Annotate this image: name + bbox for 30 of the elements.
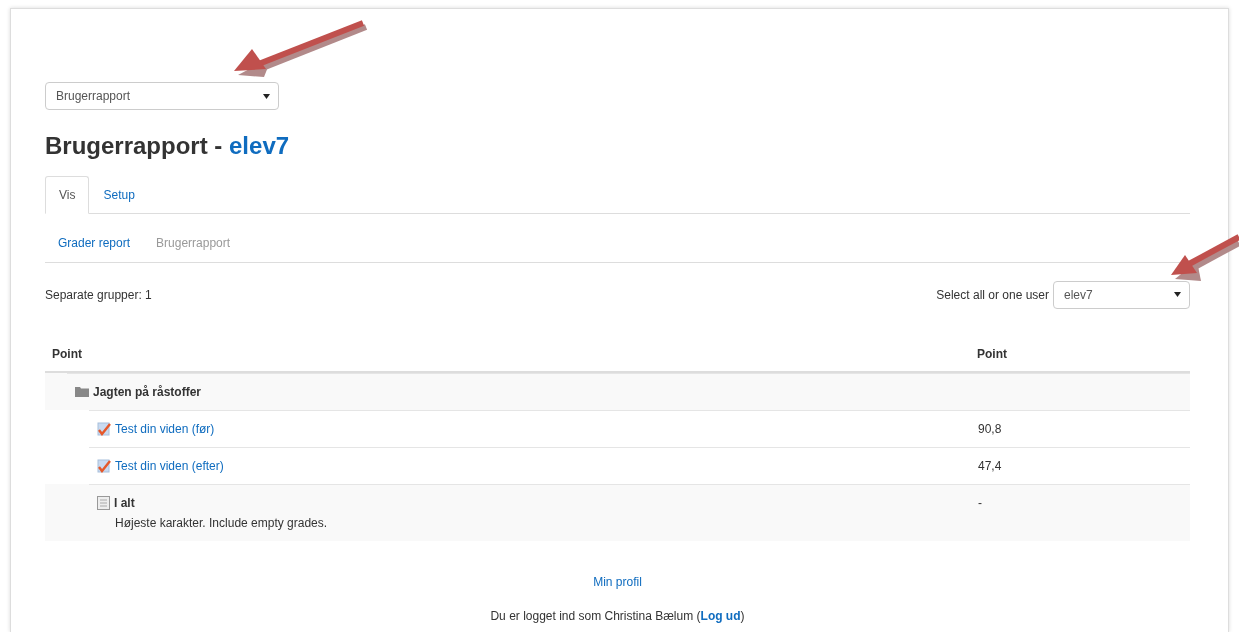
grade-value: 47,4 — [978, 458, 1002, 473]
login-status: Du er logget ind som Christina Bælum (Log ud) — [490, 607, 745, 625]
calculator-icon — [97, 495, 110, 510]
category-name: Jagten på råstoffer — [93, 383, 202, 401]
grade-value: - — [978, 495, 982, 510]
logout-link[interactable]: Log ud — [700, 608, 741, 623]
dropdown[interactable]: elev7 — [1053, 280, 1190, 309]
page-title: Brugerrapport - — [45, 132, 224, 159]
group-info: Separate grupper: 1 — [45, 286, 152, 304]
caret-icon — [263, 93, 270, 99]
checkmark-icon — [97, 458, 111, 473]
grade-value: 90,8 — [978, 421, 1002, 436]
tab[interactable]: Vis — [45, 175, 90, 214]
annotation-arrow — [1171, 234, 1239, 281]
user-select-label: Select all or one user — [936, 286, 1049, 304]
dropdown[interactable]: Brugerrapport — [45, 82, 279, 110]
total-description: Højeste karakter. Include empty grades. — [114, 514, 329, 532]
subnav-link[interactable]: Brugerrapport — [143, 233, 244, 252]
column-header: Point — [52, 346, 82, 361]
total-label: I alt — [114, 494, 135, 512]
profile-link[interactable]: Min profil — [593, 574, 642, 589]
tab[interactable]: Setup — [89, 175, 149, 214]
grade-item-link[interactable]: Test din viden (efter) — [115, 456, 224, 475]
subnav-link[interactable]: Grader report — [45, 233, 144, 252]
grade-item-link[interactable]: Test din viden (før) — [115, 419, 215, 438]
column-header: Point — [977, 346, 1007, 361]
user-link[interactable]: elev7 — [229, 132, 290, 159]
folder-icon — [75, 386, 89, 398]
checkmark-icon — [97, 421, 111, 436]
caret-icon — [1174, 292, 1181, 298]
